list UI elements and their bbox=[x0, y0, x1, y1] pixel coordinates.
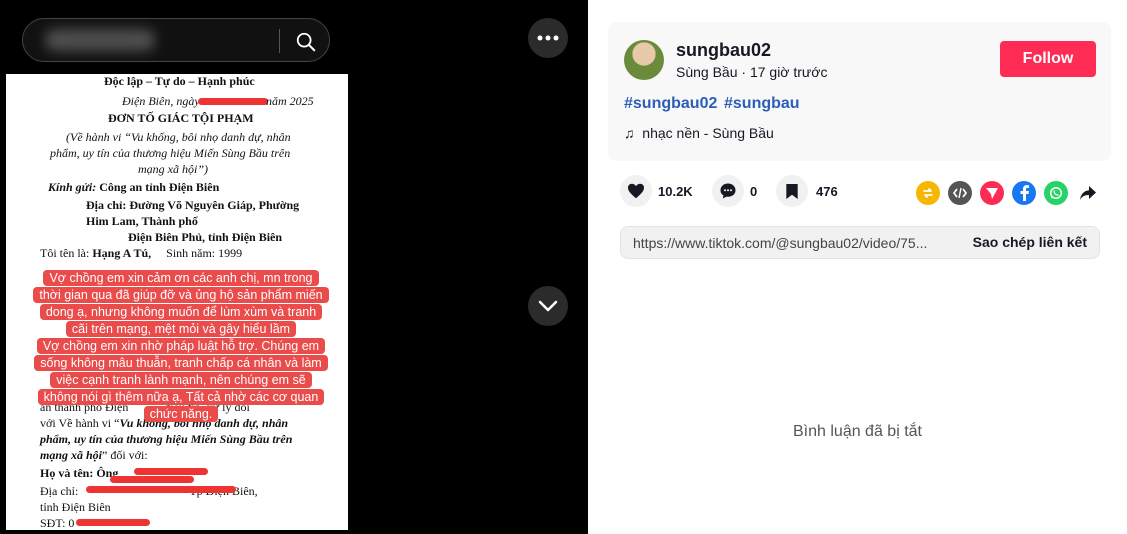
video-link-box: https://www.tiktok.com/@sungbau02/video/… bbox=[620, 226, 1100, 259]
hashtag-link[interactable]: #sungbau02 bbox=[624, 95, 717, 113]
doc-date-year: năm 2025 bbox=[266, 94, 314, 108]
doc-tinh: tỉnh Điện Biên bbox=[40, 500, 111, 514]
share-button[interactable] bbox=[1076, 181, 1100, 205]
doc-ho-ten: Họ và tên: Ông bbox=[40, 466, 119, 480]
comment-button[interactable] bbox=[712, 175, 744, 207]
music-note-icon: ♫ bbox=[624, 125, 635, 141]
heart-icon bbox=[628, 183, 644, 199]
save-count: 476 bbox=[816, 184, 838, 199]
doc-date: Điện Biên, ngày bbox=[122, 94, 200, 108]
more-button[interactable] bbox=[528, 18, 568, 58]
doc-address-3: Điện Biên Phủ, tỉnh Điện Biên bbox=[128, 230, 283, 244]
bookmark-icon bbox=[786, 183, 798, 199]
like-count: 10.2K bbox=[658, 184, 693, 199]
redaction-mark bbox=[134, 468, 208, 475]
more-icon bbox=[537, 35, 559, 41]
doc-sdt: SĐT: 0 bbox=[40, 516, 75, 530]
search-divider bbox=[279, 29, 280, 53]
redaction-mark bbox=[86, 486, 236, 493]
next-video-button[interactable] bbox=[528, 286, 568, 326]
video-panel: Độc lập – Tự do – Hạnh phúc Điện Biên, n… bbox=[0, 0, 588, 534]
video-frame[interactable]: Độc lập – Tự do – Hạnh phúc Điện Biên, n… bbox=[6, 74, 348, 530]
caption-line: dong ạ, nhưng không muốn để lùm xùm và t… bbox=[26, 304, 336, 321]
redaction-mark bbox=[198, 98, 268, 105]
caption-line: cãi trên mạng, mệt mỏi và gây hiểu lầm bbox=[26, 321, 336, 338]
like-button[interactable] bbox=[620, 175, 652, 207]
caption-line: việc cạnh tranh lành mạnh, nên chúng em … bbox=[26, 372, 336, 389]
comment-count: 0 bbox=[750, 184, 758, 199]
follow-button[interactable]: Follow bbox=[1000, 41, 1096, 77]
whatsapp-button[interactable] bbox=[1044, 181, 1068, 205]
doc-subtitle-1: (Về hành vi “Vu khống, bôi nhọ danh dự, … bbox=[66, 130, 291, 144]
doc-body-4: mạng xã hội” đối với: bbox=[40, 448, 148, 462]
search-bar[interactable] bbox=[22, 18, 330, 62]
caption-line: sống không mâu thuẫn, tranh chấp cá nhân… bbox=[26, 355, 336, 372]
copy-link-button[interactable]: Sao chép liên kết bbox=[973, 234, 1087, 250]
repost-button[interactable] bbox=[916, 181, 940, 205]
caption-line: Vợ chồng em xin nhờ pháp luật hỗ trợ. Ch… bbox=[26, 338, 336, 355]
search-query-blurred bbox=[45, 29, 155, 51]
caption-line: không nói gì thêm nữa ạ, Tất cả nhờ các … bbox=[26, 389, 336, 406]
comments-disabled-message: Bình luận đã bị tắt bbox=[793, 423, 922, 440]
search-icon[interactable] bbox=[295, 31, 317, 53]
repost-icon bbox=[923, 188, 933, 198]
video-link-url[interactable]: https://www.tiktok.com/@sungbau02/video/… bbox=[633, 235, 951, 251]
author-username[interactable]: sungbau02 bbox=[676, 40, 771, 61]
caption-line: thời gian qua đã giúp đỡ và ủng hộ sản p… bbox=[26, 287, 336, 304]
comment-icon bbox=[720, 183, 736, 199]
doc-body-3: phẩm, uy tín của thương hiệu Miến Sùng B… bbox=[40, 432, 293, 446]
doc-header: Độc lập – Tự do – Hạnh phúc bbox=[104, 74, 255, 88]
embed-icon bbox=[953, 187, 967, 199]
redaction-mark bbox=[76, 519, 150, 526]
whatsapp-icon bbox=[1049, 186, 1063, 200]
redaction-mark bbox=[110, 476, 194, 483]
video-caption-overlay: Vợ chồng em xin cảm ơn các anh chị, mn t… bbox=[26, 270, 336, 423]
doc-subtitle-2: phẩm, uy tín của thương hiệu Miến Sùng B… bbox=[50, 146, 291, 160]
doc-address-1: Địa chỉ: Đường Võ Nguyên Giáp, Phường bbox=[86, 198, 300, 212]
doc-title: ĐƠN TỐ GIÁC TỘI PHẠM bbox=[108, 111, 254, 125]
save-button[interactable] bbox=[776, 175, 808, 207]
facebook-button[interactable] bbox=[1012, 181, 1036, 205]
send-icon bbox=[986, 188, 998, 199]
chevron-down-icon bbox=[538, 300, 558, 312]
details-panel: sungbau02 Sùng Bầu · 17 giờ trước Follow… bbox=[588, 0, 1127, 534]
facebook-icon bbox=[1020, 185, 1029, 201]
doc-address-2: Him Lam, Thành phố bbox=[86, 214, 198, 228]
avatar[interactable] bbox=[624, 40, 664, 80]
caption-line: chức năng. bbox=[26, 406, 336, 423]
author-card: sungbau02 Sùng Bầu · 17 giờ trước Follow… bbox=[608, 22, 1111, 161]
doc-name-line: Tôi tên là: Hạng A Tú, Sinh năm: 1999 bbox=[40, 246, 243, 260]
send-button[interactable] bbox=[980, 181, 1004, 205]
doc-kinh-gui: Kính gửi: Công an tỉnh Điện Biên bbox=[48, 180, 220, 194]
share-arrow-icon bbox=[1080, 186, 1096, 200]
doc-subtitle-3: mạng xã hội”) bbox=[138, 162, 208, 176]
hashtag-link[interactable]: #sungbau bbox=[724, 95, 800, 113]
caption-line: Vợ chồng em xin cảm ơn các anh chị, mn t… bbox=[26, 270, 336, 287]
author-meta: Sùng Bầu · 17 giờ trước bbox=[676, 64, 828, 80]
music-link[interactable]: ♫ nhạc nền - Sùng Bầu bbox=[624, 125, 774, 141]
embed-button[interactable] bbox=[948, 181, 972, 205]
